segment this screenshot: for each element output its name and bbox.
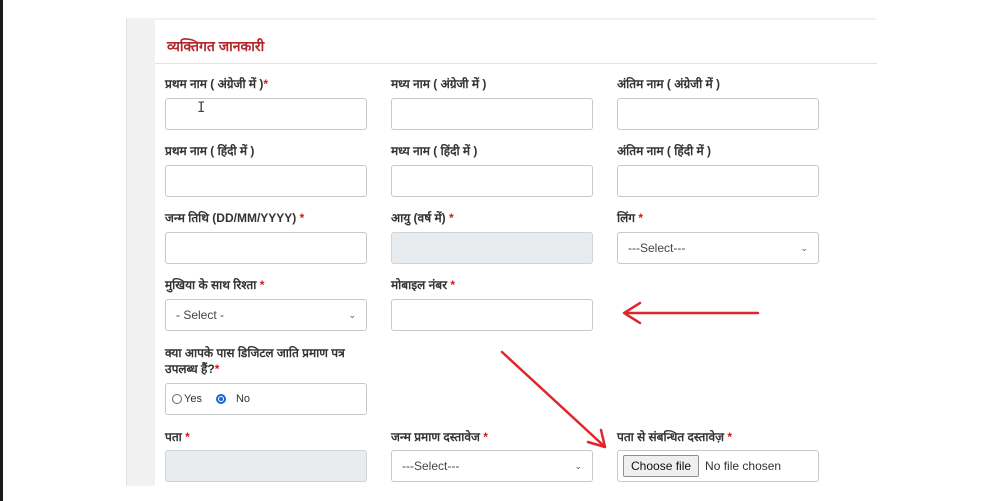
required-mark: * (450, 278, 456, 292)
relation-select[interactable]: - Select - ⌄ (165, 299, 367, 331)
mobile-input[interactable] (391, 299, 593, 331)
screen: व्यक्तिगत जानकारी प्रथम नाम ( अंग्रेजी म… (0, 0, 1002, 501)
file-status-text: No file chosen (705, 459, 782, 473)
birth-doc-select[interactable]: ---Select--- ⌄ (391, 450, 593, 482)
relation-label: मुखिया के साथ रिश्ता * (165, 278, 265, 292)
birth-doc-selected-value: ---Select--- (402, 459, 460, 473)
address-label: पता * (165, 430, 190, 444)
dob-label: जन्म तिथि (DD/MM/YYYY) * (165, 211, 305, 225)
required-mark: * (727, 430, 733, 444)
gender-label: लिंग * (617, 211, 644, 225)
first-name-en-label: प्रथम नाम ( अंग्रेजी में )* (165, 77, 269, 91)
required-mark: * (263, 77, 269, 91)
middle-name-hi-input[interactable] (391, 165, 593, 197)
window-edge (0, 0, 3, 501)
address-doc-label: पता से संबन्धित दस्तावेज़ * (617, 430, 733, 444)
last-name-hi-input[interactable] (617, 165, 819, 197)
age-input (391, 232, 593, 264)
middle-name-en-input[interactable] (391, 98, 593, 130)
form-page: व्यक्तिगत जानकारी प्रथम नाम ( अंग्रेजी म… (126, 18, 877, 486)
required-mark: * (185, 430, 190, 444)
radio-yes-label[interactable]: Yes (184, 393, 202, 405)
personal-info-card: व्यक्तिगत जानकारी प्रथम नाम ( अंग्रेजी म… (155, 20, 877, 486)
dob-input[interactable] (165, 232, 367, 264)
chevron-down-icon: ⌄ (574, 460, 582, 471)
section-title: व्यक्तिगत जानकारी (167, 38, 265, 54)
first-name-hi-input[interactable] (165, 165, 367, 197)
required-mark: * (299, 211, 305, 225)
last-name-en-label: अंतिम नाम ( अंग्रेजी में ) (617, 77, 721, 91)
last-name-en-input[interactable] (617, 98, 819, 130)
radio-no-label[interactable]: No (236, 393, 250, 405)
relation-selected-value: - Select - (176, 308, 225, 322)
required-mark: * (483, 430, 488, 444)
last-name-hi-label: अंतिम नाम ( हिंदी में ) (617, 144, 712, 158)
address-doc-file-input: Choose file No file chosen (617, 450, 819, 482)
middle-name-hi-label: मध्य नाम ( हिंदी में ) (391, 144, 478, 158)
first-name-en-input[interactable] (165, 98, 367, 130)
mobile-label: मोबाइल नंबर * (391, 278, 456, 292)
required-mark: * (638, 211, 644, 225)
gender-selected-value: ---Select--- (628, 241, 686, 255)
age-label: आयु (वर्ष में) * (391, 211, 454, 225)
text-cursor-icon: I (197, 100, 206, 116)
digital-caste-radio-group: Yes No (165, 383, 367, 415)
chevron-down-icon: ⌄ (348, 309, 356, 320)
required-mark: * (259, 278, 265, 292)
first-name-hi-label: प्रथम नाम ( हिंदी में ) (165, 144, 255, 158)
radio-no[interactable] (215, 394, 226, 404)
birth-doc-label: जन्म प्रमाण दस्तावेज * (391, 430, 488, 444)
required-mark: * (214, 362, 220, 376)
digital-caste-label: क्या आपके पास डिजिटल जाति प्रमाण पत्र उप… (165, 346, 345, 376)
gender-select[interactable]: ---Select--- ⌄ (617, 232, 819, 264)
radio-yes[interactable] (172, 394, 182, 404)
section-header: व्यक्तिगत जानकारी (155, 20, 877, 64)
required-mark: * (449, 211, 454, 225)
address-input (165, 450, 367, 482)
choose-file-button[interactable]: Choose file (623, 455, 700, 477)
middle-name-en-label: मध्य नाम ( अंग्रेजी में ) (391, 77, 487, 91)
chevron-down-icon: ⌄ (800, 242, 808, 253)
